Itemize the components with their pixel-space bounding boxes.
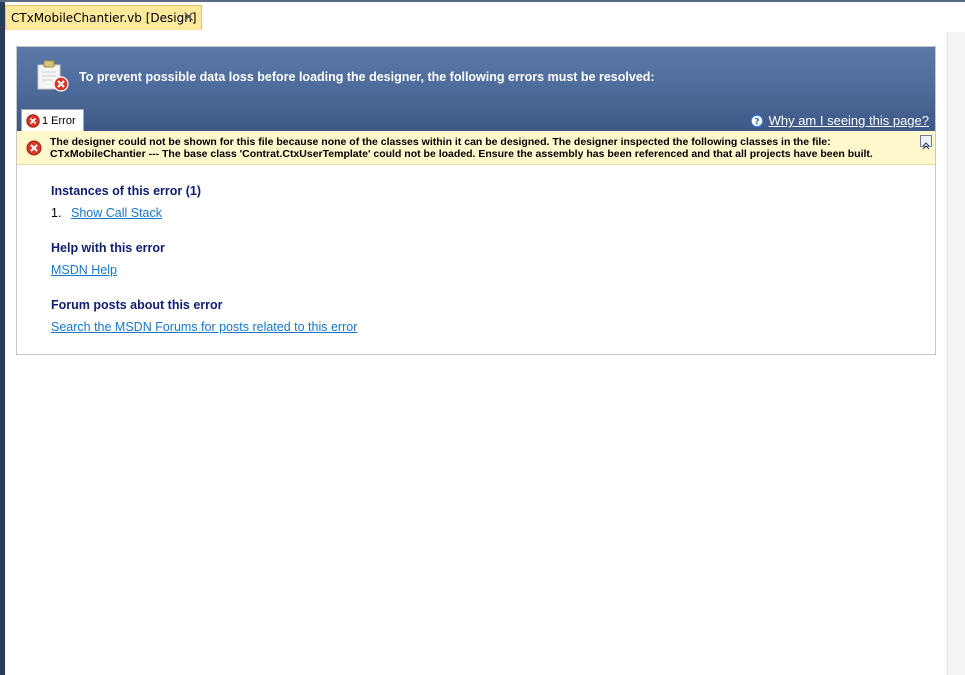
- instances-title: Instances of this error (1): [51, 184, 202, 198]
- error-icon: [26, 113, 40, 128]
- collapse-button[interactable]: [920, 135, 932, 150]
- why-link[interactable]: ? Why am I seeing this page?: [749, 113, 929, 128]
- collapse-icon: [922, 142, 930, 150]
- msdn-forums-link[interactable]: Search the MSDN Forums for posts related…: [51, 320, 357, 334]
- error-message-bar: The designer could not be shown for this…: [17, 131, 935, 165]
- vertical-scrollbar[interactable]: [947, 32, 965, 675]
- show-call-stack-link[interactable]: Show Call Stack: [71, 206, 162, 220]
- document-tab-title: CTxMobileChantier.vb [Design]: [11, 11, 197, 25]
- msdn-help-link[interactable]: MSDN Help: [51, 263, 117, 277]
- document-error-icon: [37, 60, 69, 92]
- help-icon: ?: [749, 113, 764, 128]
- why-link-text: Why am I seeing this page?: [768, 113, 929, 128]
- error-count-tab[interactable]: 1 Error: [21, 109, 84, 131]
- close-icon[interactable]: ✕: [182, 9, 195, 25]
- error-count-label: 1 Error: [42, 114, 76, 127]
- help-title: Help with this error: [51, 241, 165, 255]
- instance-number: 1.: [51, 206, 62, 220]
- svg-text:?: ?: [754, 117, 759, 127]
- error-header: To prevent possible data loss before loa…: [17, 47, 935, 131]
- error-panel: To prevent possible data loss before loa…: [16, 46, 936, 355]
- error-message: The designer could not be shown for this…: [50, 136, 873, 160]
- error-icon: [26, 140, 42, 156]
- header-message: To prevent possible data loss before loa…: [79, 70, 655, 84]
- forum-title: Forum posts about this error: [51, 298, 223, 312]
- document-tab[interactable]: CTxMobileChantier.vb [Design] ✕: [5, 5, 202, 30]
